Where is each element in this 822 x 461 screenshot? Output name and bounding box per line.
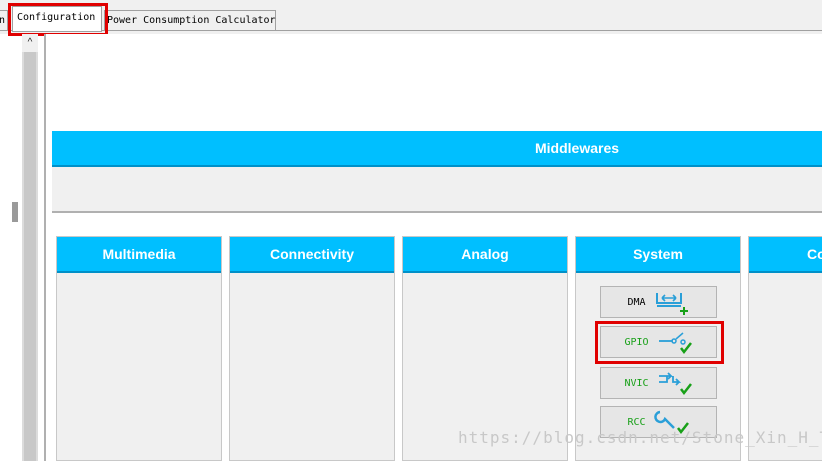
panel-header-analog: Analog [403, 237, 567, 273]
dma-button[interactable]: DMA [600, 286, 717, 318]
panel-header-system: System [576, 237, 740, 273]
gpio-label: GPIO [624, 336, 649, 348]
dma-add-icon [655, 293, 688, 315]
panel-header-control: Co [749, 237, 822, 273]
tab-configuration[interactable]: Configuration [12, 6, 102, 32]
nvic-label: NVIC [624, 377, 649, 389]
nvic-button[interactable]: NVIC [600, 367, 717, 399]
tab-power-consumption-calculator[interactable]: Power Consumption Calculator [104, 10, 276, 30]
tab-partial-label: n [0, 15, 6, 26]
scrollbar-thumb[interactable] [24, 52, 36, 461]
tab-configuration-label: Configuration [17, 12, 96, 23]
panel-header-connectivity: Connectivity [230, 237, 394, 273]
dma-label: DMA [627, 296, 646, 308]
middlewares-header: Middlewares [52, 131, 822, 167]
chevron-up-icon: ^ [27, 37, 33, 48]
nvic-check-icon [658, 372, 692, 396]
watermark: https://blog.csdn.net/Stone_Xin_H_T [458, 428, 822, 447]
panel-header-control-label: Co [807, 246, 822, 262]
gpio-button[interactable]: GPIO [600, 326, 717, 358]
splitter-handle[interactable] [12, 202, 18, 222]
panel-multimedia: Multimedia [56, 236, 222, 461]
rcc-label: RCC [627, 416, 646, 428]
middlewares-body [52, 167, 822, 213]
panel-header-multimedia: Multimedia [57, 237, 221, 273]
gpio-check-icon [658, 332, 692, 355]
middlewares-title: Middlewares [534, 140, 620, 156]
scroll-up-button[interactable]: ^ [22, 34, 38, 52]
panel-connectivity: Connectivity [229, 236, 395, 461]
tab-partial[interactable]: n [0, 10, 8, 30]
tab-power-label: Power Consumption Calculator [107, 15, 276, 26]
